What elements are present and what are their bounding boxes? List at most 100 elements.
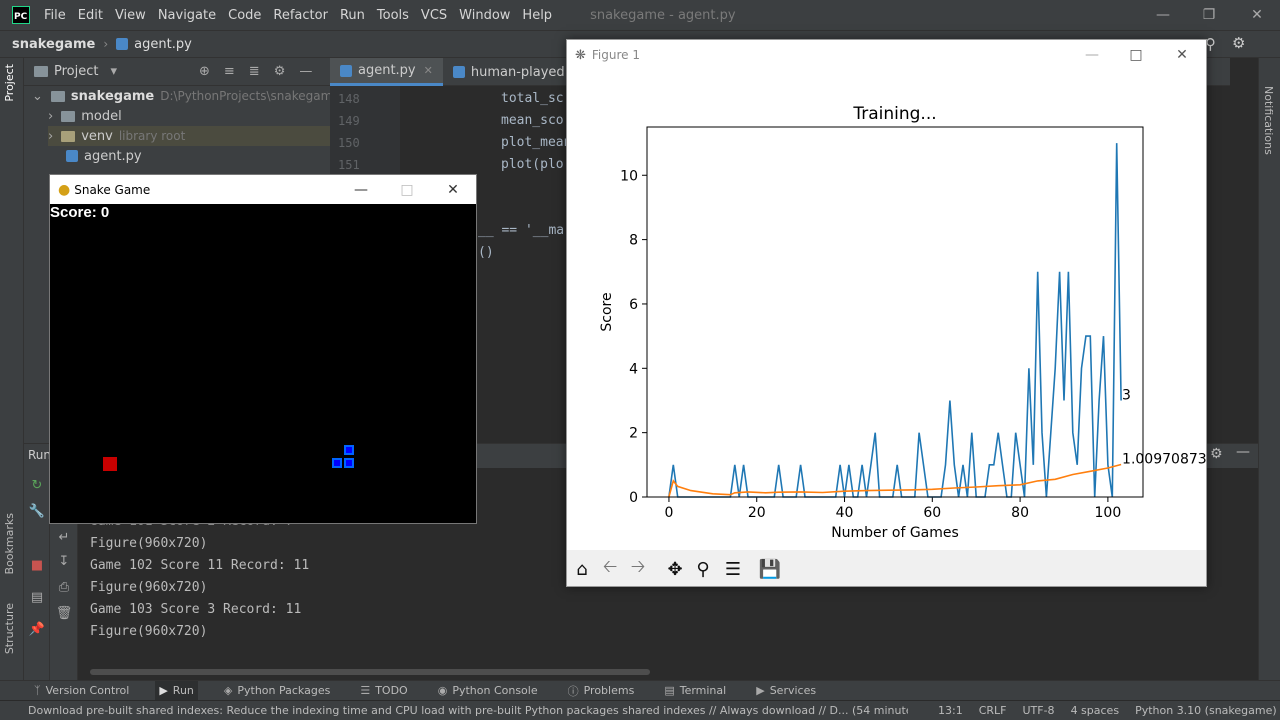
code-line[interactable]: () <box>478 245 494 260</box>
x-tick-label: 40 <box>836 505 854 521</box>
tree-item-venv[interactable]: › venv library root <box>48 126 330 146</box>
snake-segment <box>344 458 354 468</box>
code-line[interactable]: total_sc <box>501 91 564 106</box>
tree-item-label: model <box>81 108 122 124</box>
close-icon[interactable]: ✕ <box>430 175 476 204</box>
y-tick-label: 10 <box>620 168 638 184</box>
folder-icon <box>50 90 65 102</box>
menu-code[interactable]: Code <box>228 8 261 23</box>
menu-window[interactable]: Window <box>459 8 510 23</box>
restore-icon[interactable]: ❐ <box>1186 0 1232 30</box>
file-encoding[interactable]: UTF-8 <box>1022 704 1054 717</box>
breadcrumb-separator: › <box>103 37 109 51</box>
close-icon[interactable]: ✕ <box>1159 40 1205 70</box>
tree-item-agent[interactable]: agent.py <box>66 146 142 166</box>
chevron-down-icon[interactable]: ▾ <box>110 64 117 79</box>
forward-icon[interactable]: 🡢 <box>625 556 651 582</box>
stop-icon[interactable]: ■ <box>30 558 44 573</box>
tool-window-bar: ᛉ Version Control ▶ Run ◈ Python Packages ☰… <box>0 680 1280 701</box>
notifications-tool-tab[interactable]: Notifications <box>1262 86 1275 155</box>
minimize-icon[interactable]: — <box>338 175 384 204</box>
gear-icon[interactable]: ⚙ <box>1232 34 1245 52</box>
chevron-right-icon[interactable]: › <box>48 129 53 144</box>
pan-icon[interactable]: ✥ <box>662 556 688 582</box>
code-line[interactable]: plot_mean <box>501 135 571 150</box>
menu-view[interactable]: View <box>115 8 146 23</box>
code-line[interactable]: plot(plo <box>501 157 564 172</box>
tree-item-model[interactable]: › model <box>48 106 122 126</box>
tree-root[interactable]: ⌄ snakegame D:\PythonProjects\snakegame <box>32 86 340 106</box>
indent-setting[interactable]: 4 spaces <box>1071 704 1120 717</box>
snake-segment <box>344 445 354 455</box>
chevron-right-icon[interactable]: › <box>48 109 53 124</box>
pin-icon[interactable]: 📌 <box>29 622 45 637</box>
series-end-label-0: 3 <box>1122 387 1131 403</box>
rerun-icon[interactable]: ↻ <box>30 478 44 493</box>
scroll-to-end-icon[interactable]: ↧ <box>57 554 71 569</box>
folder-icon <box>61 130 76 142</box>
breadcrumb-project[interactable]: snakegame <box>12 37 95 52</box>
panel-actions-icon[interactable]: ⊕≡≣⚙— <box>199 64 326 79</box>
bookmarks-tool-tab[interactable]: Bookmarks <box>3 513 16 574</box>
gear-icon[interactable]: ⚙ <box>1210 446 1223 462</box>
menu-help[interactable]: Help <box>522 8 552 23</box>
tool-run[interactable]: ▶ Run <box>155 680 198 701</box>
code-line[interactable]: mean_sco <box>501 113 564 128</box>
list-icon: ☰ <box>360 684 371 697</box>
project-view-icon <box>34 66 48 77</box>
tool-python-console[interactable]: ◉ Python Console <box>434 681 542 701</box>
figure-window: ❋ Figure 1 — □ ✕ Training... 0 20 40 60 80 100… <box>566 39 1207 587</box>
tool-problems[interactable]: ⓘ Problems <box>564 681 639 701</box>
status-message[interactable]: Download pre-built shared indexes: Reduc… <box>28 704 908 717</box>
configure-icon[interactable]: ☰ <box>720 556 746 582</box>
minimize-icon[interactable]: — <box>1140 0 1186 30</box>
tool-python-packages[interactable]: ◈ Python Packages <box>220 681 334 701</box>
run-panel-title[interactable]: Run <box>28 448 51 462</box>
figure-window-titlebar: ❋ Figure 1 — □ ✕ <box>567 40 1206 70</box>
breadcrumb-file[interactable]: agent.py <box>134 37 192 52</box>
matplotlib-icon: ❋ <box>575 47 586 63</box>
line-number: 149 <box>338 114 360 128</box>
snake-game-window: ● Snake Game — □ ✕ Score: 0 <box>49 174 477 524</box>
minimize-icon[interactable]: — <box>1069 40 1115 70</box>
tool-todo[interactable]: ☰ TODO <box>356 681 411 701</box>
tab-agent[interactable]: agent.py ✕ <box>330 58 443 86</box>
tool-services[interactable]: ▶ Services <box>752 681 820 701</box>
menu-run[interactable]: Run <box>340 8 365 23</box>
tool-version-control[interactable]: ᛉ Version Control <box>30 681 133 701</box>
zoom-icon[interactable]: ⚲ <box>690 556 716 582</box>
code-line[interactable]: __ == '__ma <box>478 223 564 238</box>
home-icon[interactable]: ⌂ <box>569 556 595 582</box>
menu-navigate[interactable]: Navigate <box>158 8 216 23</box>
wrench-icon[interactable]: 🔧 <box>29 504 45 519</box>
line-number: 150 <box>338 136 360 150</box>
close-icon[interactable]: ✕ <box>424 64 433 77</box>
layout-icon[interactable]: ▤ <box>30 590 44 605</box>
menu-refactor[interactable]: Refactor <box>273 8 328 23</box>
menu-edit[interactable]: Edit <box>78 8 103 23</box>
structure-tool-tab[interactable]: Structure <box>3 603 16 654</box>
snake-window-titlebar: ● Snake Game — □ ✕ <box>50 175 476 204</box>
python-file-icon <box>340 64 352 77</box>
save-icon[interactable]: 💾 <box>757 556 783 582</box>
hide-icon[interactable]: — <box>1236 444 1250 460</box>
chevron-down-icon[interactable]: ⌄ <box>32 89 43 104</box>
project-panel-title[interactable]: Project <box>54 64 98 79</box>
caret-position[interactable]: 13:1 <box>938 704 963 717</box>
project-tool-tab[interactable]: Project <box>3 64 16 102</box>
menu-vcs[interactable]: VCS <box>421 8 447 23</box>
python-file-icon <box>452 66 465 78</box>
soft-wrap-icon[interactable]: ↵ <box>57 530 71 545</box>
menu-tools[interactable]: Tools <box>377 8 409 23</box>
line-separator[interactable]: CRLF <box>979 704 1007 717</box>
back-icon[interactable]: 🡠 <box>597 556 623 582</box>
right-tool-strip: Notifications <box>1258 58 1280 680</box>
print-icon[interactable]: ⎙ <box>57 580 71 595</box>
menu-file[interactable]: File <box>44 8 66 23</box>
close-icon[interactable]: ✕ <box>1234 0 1280 30</box>
maximize-icon[interactable]: □ <box>1113 40 1159 70</box>
trash-icon[interactable]: 🗑 <box>56 606 73 621</box>
interpreter[interactable]: Python 3.10 (snakegame) <box>1135 704 1277 717</box>
horizontal-scrollbar[interactable] <box>90 669 650 675</box>
tool-terminal[interactable]: ▤ Terminal <box>660 681 730 701</box>
